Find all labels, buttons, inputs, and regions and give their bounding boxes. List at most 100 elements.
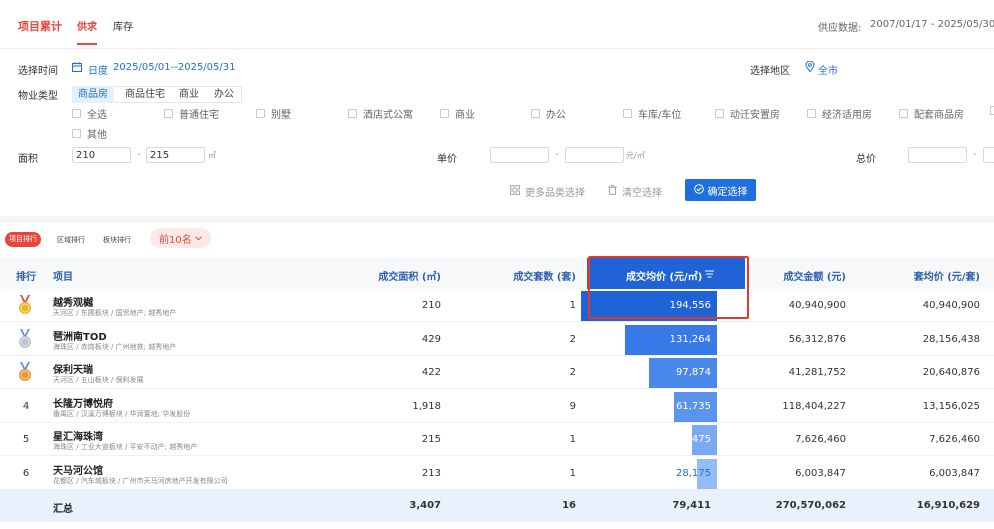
amount-cell: 6,003,847 xyxy=(795,468,846,479)
table-row[interactable]: 5 星汇海珠湾 海珠区 / 工业大道板块 / 平安不动产; 越秀地产 215 1 35,4… xyxy=(0,423,994,456)
header-divider xyxy=(0,48,994,49)
rank-number: 4 xyxy=(22,401,30,412)
checkbox-box xyxy=(72,129,81,138)
checkbox-ordinary-residential[interactable]: 普通住宅 xyxy=(164,106,219,121)
tab-project-cumulative[interactable]: 项目累计 xyxy=(18,18,62,34)
tab-supply-demand[interactable]: 供求 xyxy=(77,18,97,33)
supply-data-range: 2007/01/17 - 2025/05/30 xyxy=(870,19,994,30)
checkbox-resettlement[interactable]: 动迁安置房 xyxy=(715,106,780,121)
col-header-unit-avg: 套均价 (元/套) xyxy=(913,272,980,283)
col-header-rank: 排行 xyxy=(16,272,36,283)
total-avg: 79,411 xyxy=(672,500,711,511)
checkbox-label: 车库/车位 xyxy=(638,110,682,121)
checkbox-box xyxy=(348,109,357,118)
checkbox-label: 普通住宅 xyxy=(179,110,219,121)
price-min-input[interactable] xyxy=(490,147,549,163)
clear-selection-label: 清空选择 xyxy=(622,188,662,199)
project-name[interactable]: 天马河公馆 xyxy=(53,462,103,477)
checkbox-box xyxy=(899,109,908,118)
project-subtitle: 海珠区 / 赤岗板块 / 广州地铁; 越秀地产 xyxy=(53,343,177,351)
total-max-input[interactable] xyxy=(983,147,994,163)
avg-price-cell: 97,874 xyxy=(676,367,711,378)
project-subtitle: 天河区 / 东圃板块 / 国贸地产; 越秀地产 xyxy=(53,309,177,317)
area-cell: 1,918 xyxy=(412,401,441,412)
total-price-label: 总价 xyxy=(856,154,876,165)
checkbox-label: 酒店式公寓 xyxy=(363,110,413,121)
count-cell: 1 xyxy=(569,468,576,479)
checkbox-supporting[interactable]: 配套商品房 xyxy=(899,106,964,121)
rank-number: 5 xyxy=(22,434,30,445)
area-cell: 210 xyxy=(421,300,441,311)
price-label: 单价 xyxy=(437,154,457,165)
region-value[interactable]: 全市 xyxy=(818,62,838,77)
project-subtitle: 花都区 / 汽车城板块 / 广州市天马河房地产开发有限公司 xyxy=(53,477,228,485)
checkbox-villa[interactable]: 别墅 xyxy=(256,106,291,121)
confirm-selection-button[interactable]: 确定选择 xyxy=(685,179,756,201)
project-name[interactable]: 保利天瑞 xyxy=(53,361,93,376)
total-unit-avg: 16,910,629 xyxy=(916,500,980,511)
checkbox-box xyxy=(72,109,81,118)
rank-tab-project[interactable]: 项目排行 xyxy=(5,232,41,247)
project-subtitle: 天河区 / 五山板块 / 保利发展 xyxy=(53,376,144,384)
more-categories-label: 更多品类选择 xyxy=(525,188,585,199)
project-name[interactable]: 星汇海珠湾 xyxy=(53,428,103,443)
grid-icon xyxy=(510,185,520,198)
area-cell: 213 xyxy=(421,468,441,479)
checkbox-box xyxy=(623,109,632,118)
table-row[interactable]: 琶洲南TOD 海珠区 / 赤岗板块 / 广州地铁; 越秀地产 429 2 131,264… xyxy=(0,323,994,356)
checkbox-box xyxy=(531,109,540,118)
property-tab-business[interactable]: 商业 xyxy=(173,86,205,103)
checkbox-affordable[interactable]: 经济适用房 xyxy=(807,106,872,121)
area-label: 面积 xyxy=(18,154,38,165)
unit-avg-cell: 13,156,025 xyxy=(922,401,980,412)
area-max-input[interactable] xyxy=(146,147,205,163)
checkbox-select-all[interactable]: 全选 xyxy=(72,106,107,121)
rank-tab-block[interactable]: 板块排行 xyxy=(103,233,131,248)
property-tab-office[interactable]: 办公 xyxy=(208,86,240,103)
tab-active-underline xyxy=(77,43,97,45)
checkbox-office[interactable]: 办公 xyxy=(531,106,566,121)
rank-tab-region[interactable]: 区域排行 xyxy=(57,233,85,248)
amount-cell: 40,940,900 xyxy=(788,300,846,311)
table-row[interactable]: 4 长隆万博悦府 番禺区 / 汉溪万博板块 / 华润置地; 华发股份 1,918 9 61… xyxy=(0,390,994,423)
table-row[interactable]: 越秀观樾 天河区 / 东圃板块 / 国贸地产; 越秀地产 210 1 194,556 40… xyxy=(0,289,994,322)
checkbox-other[interactable]: 其他 xyxy=(72,126,107,141)
count-cell: 2 xyxy=(569,367,576,378)
total-label: 汇总 xyxy=(53,504,73,515)
tab-inventory[interactable]: 库存 xyxy=(113,18,133,33)
table-row[interactable]: 保利天瑞 天河区 / 五山板块 / 保利发展 422 2 97,874 41,281,75… xyxy=(0,356,994,389)
more-categories-button[interactable]: 更多品类选择 xyxy=(510,184,585,199)
calendar-icon[interactable] xyxy=(72,62,82,75)
project-subtitle: 海珠区 / 工业大道板块 / 平安不动产; 越秀地产 xyxy=(53,443,198,451)
checkbox-parking[interactable]: 车库/车位 xyxy=(623,106,681,121)
clear-selection-button[interactable]: 清空选择 xyxy=(608,184,662,199)
price-separator: - xyxy=(555,149,559,160)
project-name[interactable]: 琶洲南TOD xyxy=(53,328,107,343)
count-cell: 1 xyxy=(569,300,576,311)
property-label: 物业类型 xyxy=(18,91,58,102)
price-unit: 元/㎡ xyxy=(626,151,645,160)
total-min-input[interactable] xyxy=(908,147,967,163)
price-max-input[interactable] xyxy=(565,147,624,163)
checkbox-label: 经济适用房 xyxy=(822,110,872,121)
checkbox-label: 其他 xyxy=(87,130,107,141)
col-header-area: 成交面积 (㎡) xyxy=(378,272,441,283)
checkbox-serviced-apartment[interactable]: 酒店式公寓 xyxy=(348,106,413,121)
checkbox-partial-clipped[interactable] xyxy=(990,106,994,115)
project-name[interactable]: 越秀观樾 xyxy=(53,294,93,309)
property-tab-commercial-housing[interactable]: 商品房 xyxy=(72,86,114,103)
project-name[interactable]: 长隆万博悦府 xyxy=(53,395,113,410)
checkbox-commercial[interactable]: 商业 xyxy=(440,106,475,121)
region-label: 选择地区 xyxy=(750,66,790,77)
time-label: 选择时间 xyxy=(18,66,58,77)
table-row[interactable]: 6 天马河公馆 花都区 / 汽车城板块 / 广州市天马河房地产开发有限公司 213 1 2… xyxy=(0,457,994,490)
top-n-dropdown[interactable]: 前10名 xyxy=(150,228,211,248)
avg-price-cell: 131,264 xyxy=(669,334,711,345)
property-tab-residential[interactable]: 商品住宅 xyxy=(119,86,171,103)
total-count: 16 xyxy=(562,500,576,511)
time-range[interactable]: 2025/05/01--2025/05/31 xyxy=(113,62,236,73)
location-pin-icon[interactable] xyxy=(805,60,815,75)
time-mode[interactable]: 日度 xyxy=(88,62,108,77)
area-min-input[interactable] xyxy=(72,147,131,163)
col-header-project: 项目 xyxy=(53,272,73,283)
